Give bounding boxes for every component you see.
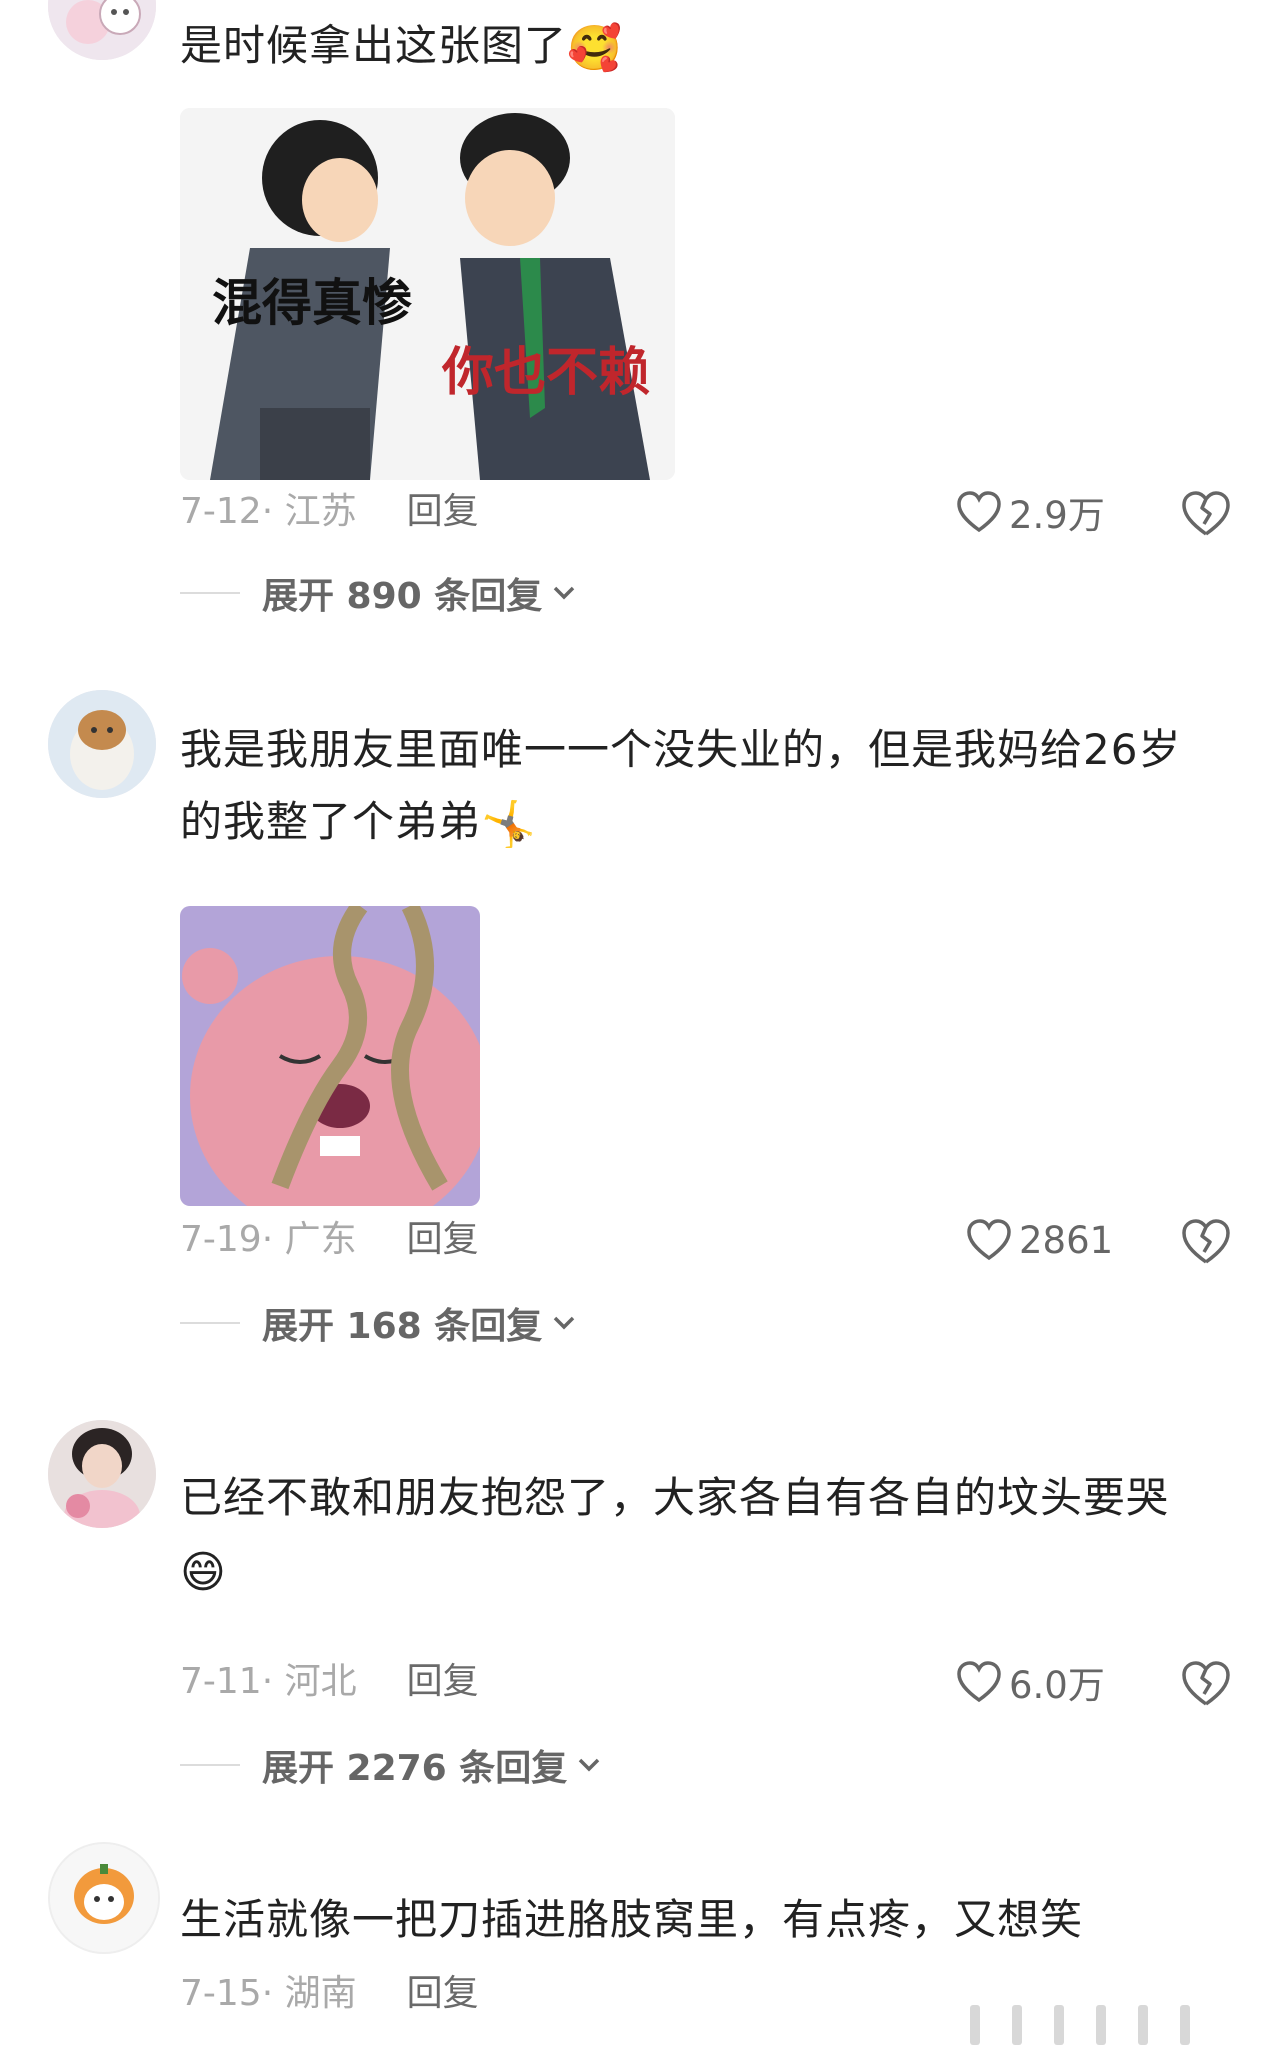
like-button[interactable]: 6.0万 [955,1654,1105,1710]
divider-line [180,1764,240,1766]
like-button[interactable]: 2.9万 [955,484,1105,540]
reply-button[interactable]: 回复 [407,1219,479,1260]
comment-sticker-image[interactable]: 混得真惨 你也不赖 [180,108,675,480]
watermark-bars [970,2005,1190,2045]
like-count: 6.0万 [1009,1664,1105,1707]
comment-meta: 7-11· 河北 回复 [180,1658,479,1706]
reply-button[interactable]: 回复 [407,1661,479,1702]
broken-heart-icon[interactable] [1180,1216,1232,1268]
comment-sticker-image[interactable] [180,906,480,1206]
comment-meta: 7-12· 江苏 回复 [180,488,479,536]
date-location: 7-15· 湖南 [180,1973,357,2014]
chevron-down-icon [579,1758,600,1772]
heart-outline-icon [957,491,1001,533]
avatar[interactable] [48,0,156,60]
date-location: 7-19· 广东 [180,1219,357,1260]
heart-outline-icon [967,1219,1011,1261]
avatar[interactable] [48,690,156,798]
broken-heart-icon[interactable] [1180,488,1232,540]
watermark-bar [1138,2005,1148,2045]
watermark-bar [970,2005,980,2045]
heart-outline-icon [957,1661,1001,1703]
watermark-bar [1054,2005,1064,2045]
reply-button[interactable]: 回复 [407,1973,479,2014]
divider-line [180,592,240,594]
chevron-down-icon [553,1316,575,1330]
expand-replies-label: 展开 890 条回复 [262,576,543,617]
emoji-hug-icon: 🥰 [567,22,623,74]
date-location: 7-12· 江苏 [180,491,357,532]
expand-replies-button[interactable]: 展开 168 条回复 [180,1296,576,1350]
comment-text: 已经不敢和朋友抱怨了，大家各自有各自的坟头要哭 😄 [180,1473,1170,1598]
comment-text: 是时候拿出这张图了🥰 [180,21,623,74]
watermark-bar [1096,2005,1106,2045]
emoji-cartwheel-icon: 🤸 [481,798,537,850]
comment-text: 我是我朋友里面唯一一个没失业的，但是我妈给26岁 的我整了个弟弟🤸 [180,725,1182,850]
like-count: 2.9万 [1009,494,1105,537]
sticker-left-caption: 混得真惨 [212,275,413,331]
expand-replies-button[interactable]: 展开 890 条回复 [180,566,576,620]
watermark-bar [1012,2005,1022,2045]
chevron-down-icon [553,586,575,600]
avatar[interactable] [48,1420,156,1528]
like-count: 2861 [1019,1218,1114,1262]
broken-heart-icon[interactable] [1180,1658,1232,1710]
emoji-grin-icon: 😄 [180,1546,227,1598]
expand-replies-button[interactable]: 展开 2276 条回复 [180,1738,601,1792]
like-button[interactable]: 2861 [965,1212,1113,1268]
comment-meta: 7-15· 湖南 回复 [180,1970,479,2018]
expand-replies-label: 展开 168 条回复 [262,1306,543,1347]
date-location: 7-11· 河北 [180,1661,357,1702]
divider-line [180,1322,240,1324]
comment-text: 生活就像一把刀插进胳肢窝里，有点疼，又想笑 [180,1895,1084,1944]
expand-replies-label: 展开 2276 条回复 [262,1748,568,1789]
reply-button[interactable]: 回复 [407,491,479,532]
comment-meta: 7-19· 广东 回复 [180,1216,479,1264]
watermark-bar [1180,2005,1190,2045]
avatar[interactable] [48,1842,160,1954]
sticker-right-caption: 你也不赖 [441,344,650,402]
